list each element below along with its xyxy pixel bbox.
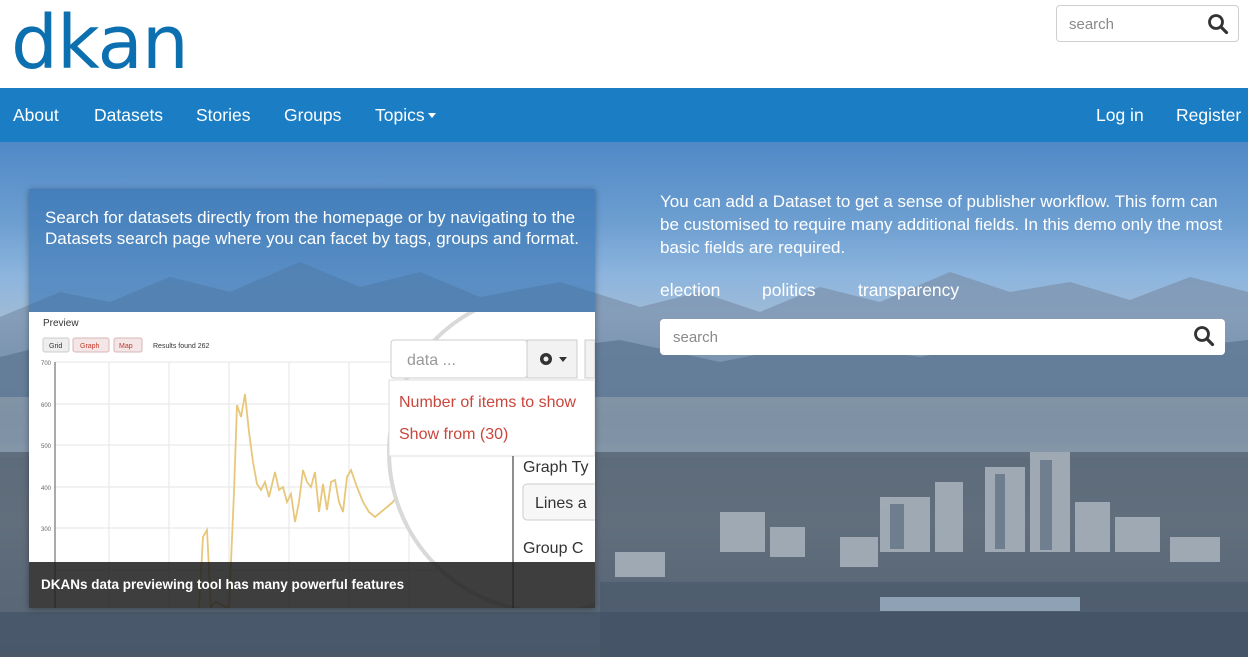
y-tick-400: 400	[41, 486, 52, 492]
preview-caption-bar: DKANs data previewing tool has many powe…	[29, 562, 595, 608]
zoom-menu-item-2: Show from (30)	[399, 426, 508, 443]
zoom-label-graph-type: Graph Ty	[523, 459, 589, 476]
zoom-label-lines: Lines a	[535, 495, 587, 512]
nav-topics[interactable]: Topics	[375, 105, 436, 125]
nav-register[interactable]: Register	[1176, 105, 1241, 125]
y-tick-500: 500	[41, 444, 52, 450]
y-tick-700: 700	[41, 361, 52, 367]
zoom-search-placeholder: data ...	[407, 352, 456, 369]
main-nav: About Datasets Stories Groups Topics Log…	[0, 88, 1248, 142]
nav-login[interactable]: Log in	[1096, 105, 1144, 125]
y-tick-300: 300	[41, 527, 52, 533]
caret-down-icon	[427, 112, 436, 118]
preview-title: Preview	[43, 318, 79, 329]
hero-search-button[interactable]	[1192, 324, 1216, 348]
tag-transparency[interactable]: transparency	[858, 280, 959, 301]
hero-banner: Search for datasets directly from the ho…	[0, 142, 1248, 657]
dataset-description: You can add a Dataset to get a sense of …	[660, 192, 1223, 257]
tag-election[interactable]: election	[660, 280, 720, 301]
header-search-button[interactable]	[1206, 12, 1230, 36]
search-icon	[1208, 14, 1229, 35]
dkan-logo[interactable]: dkan	[11, 0, 189, 88]
nav-datasets[interactable]: Datasets	[94, 105, 163, 125]
header-search-input[interactable]	[1069, 14, 1199, 34]
nav-about[interactable]: About	[13, 105, 59, 125]
nav-topics-label: Topics	[375, 105, 425, 125]
site-header: dkan	[0, 0, 1248, 88]
feature-card: Search for datasets directly from the ho…	[29, 189, 595, 608]
preview-screenshot[interactable]: Preview Grid Graph Map Results found 262	[29, 312, 595, 608]
hero-search-box[interactable]	[660, 319, 1225, 355]
search-icon	[1194, 326, 1215, 347]
zoom-label-group: Group C	[523, 540, 583, 557]
zoom-menu-item-1: Number of items to show	[399, 394, 576, 411]
header-search-box[interactable]	[1056, 5, 1239, 42]
nav-stories[interactable]: Stories	[196, 105, 250, 125]
nav-groups[interactable]: Groups	[284, 105, 341, 125]
feature-card-text: Search for datasets directly from the ho…	[45, 208, 579, 248]
preview-results: Results found 262	[153, 343, 210, 350]
preview-caption: DKANs data previewing tool has many powe…	[41, 577, 405, 592]
preview-btn-map: Map	[119, 343, 133, 350]
preview-btn-graph: Graph	[80, 343, 100, 350]
tag-politics[interactable]: politics	[762, 280, 816, 301]
preview-btn-grid: Grid	[49, 343, 62, 350]
y-tick-600: 600	[41, 403, 52, 409]
hero-search-input[interactable]	[673, 327, 1153, 347]
